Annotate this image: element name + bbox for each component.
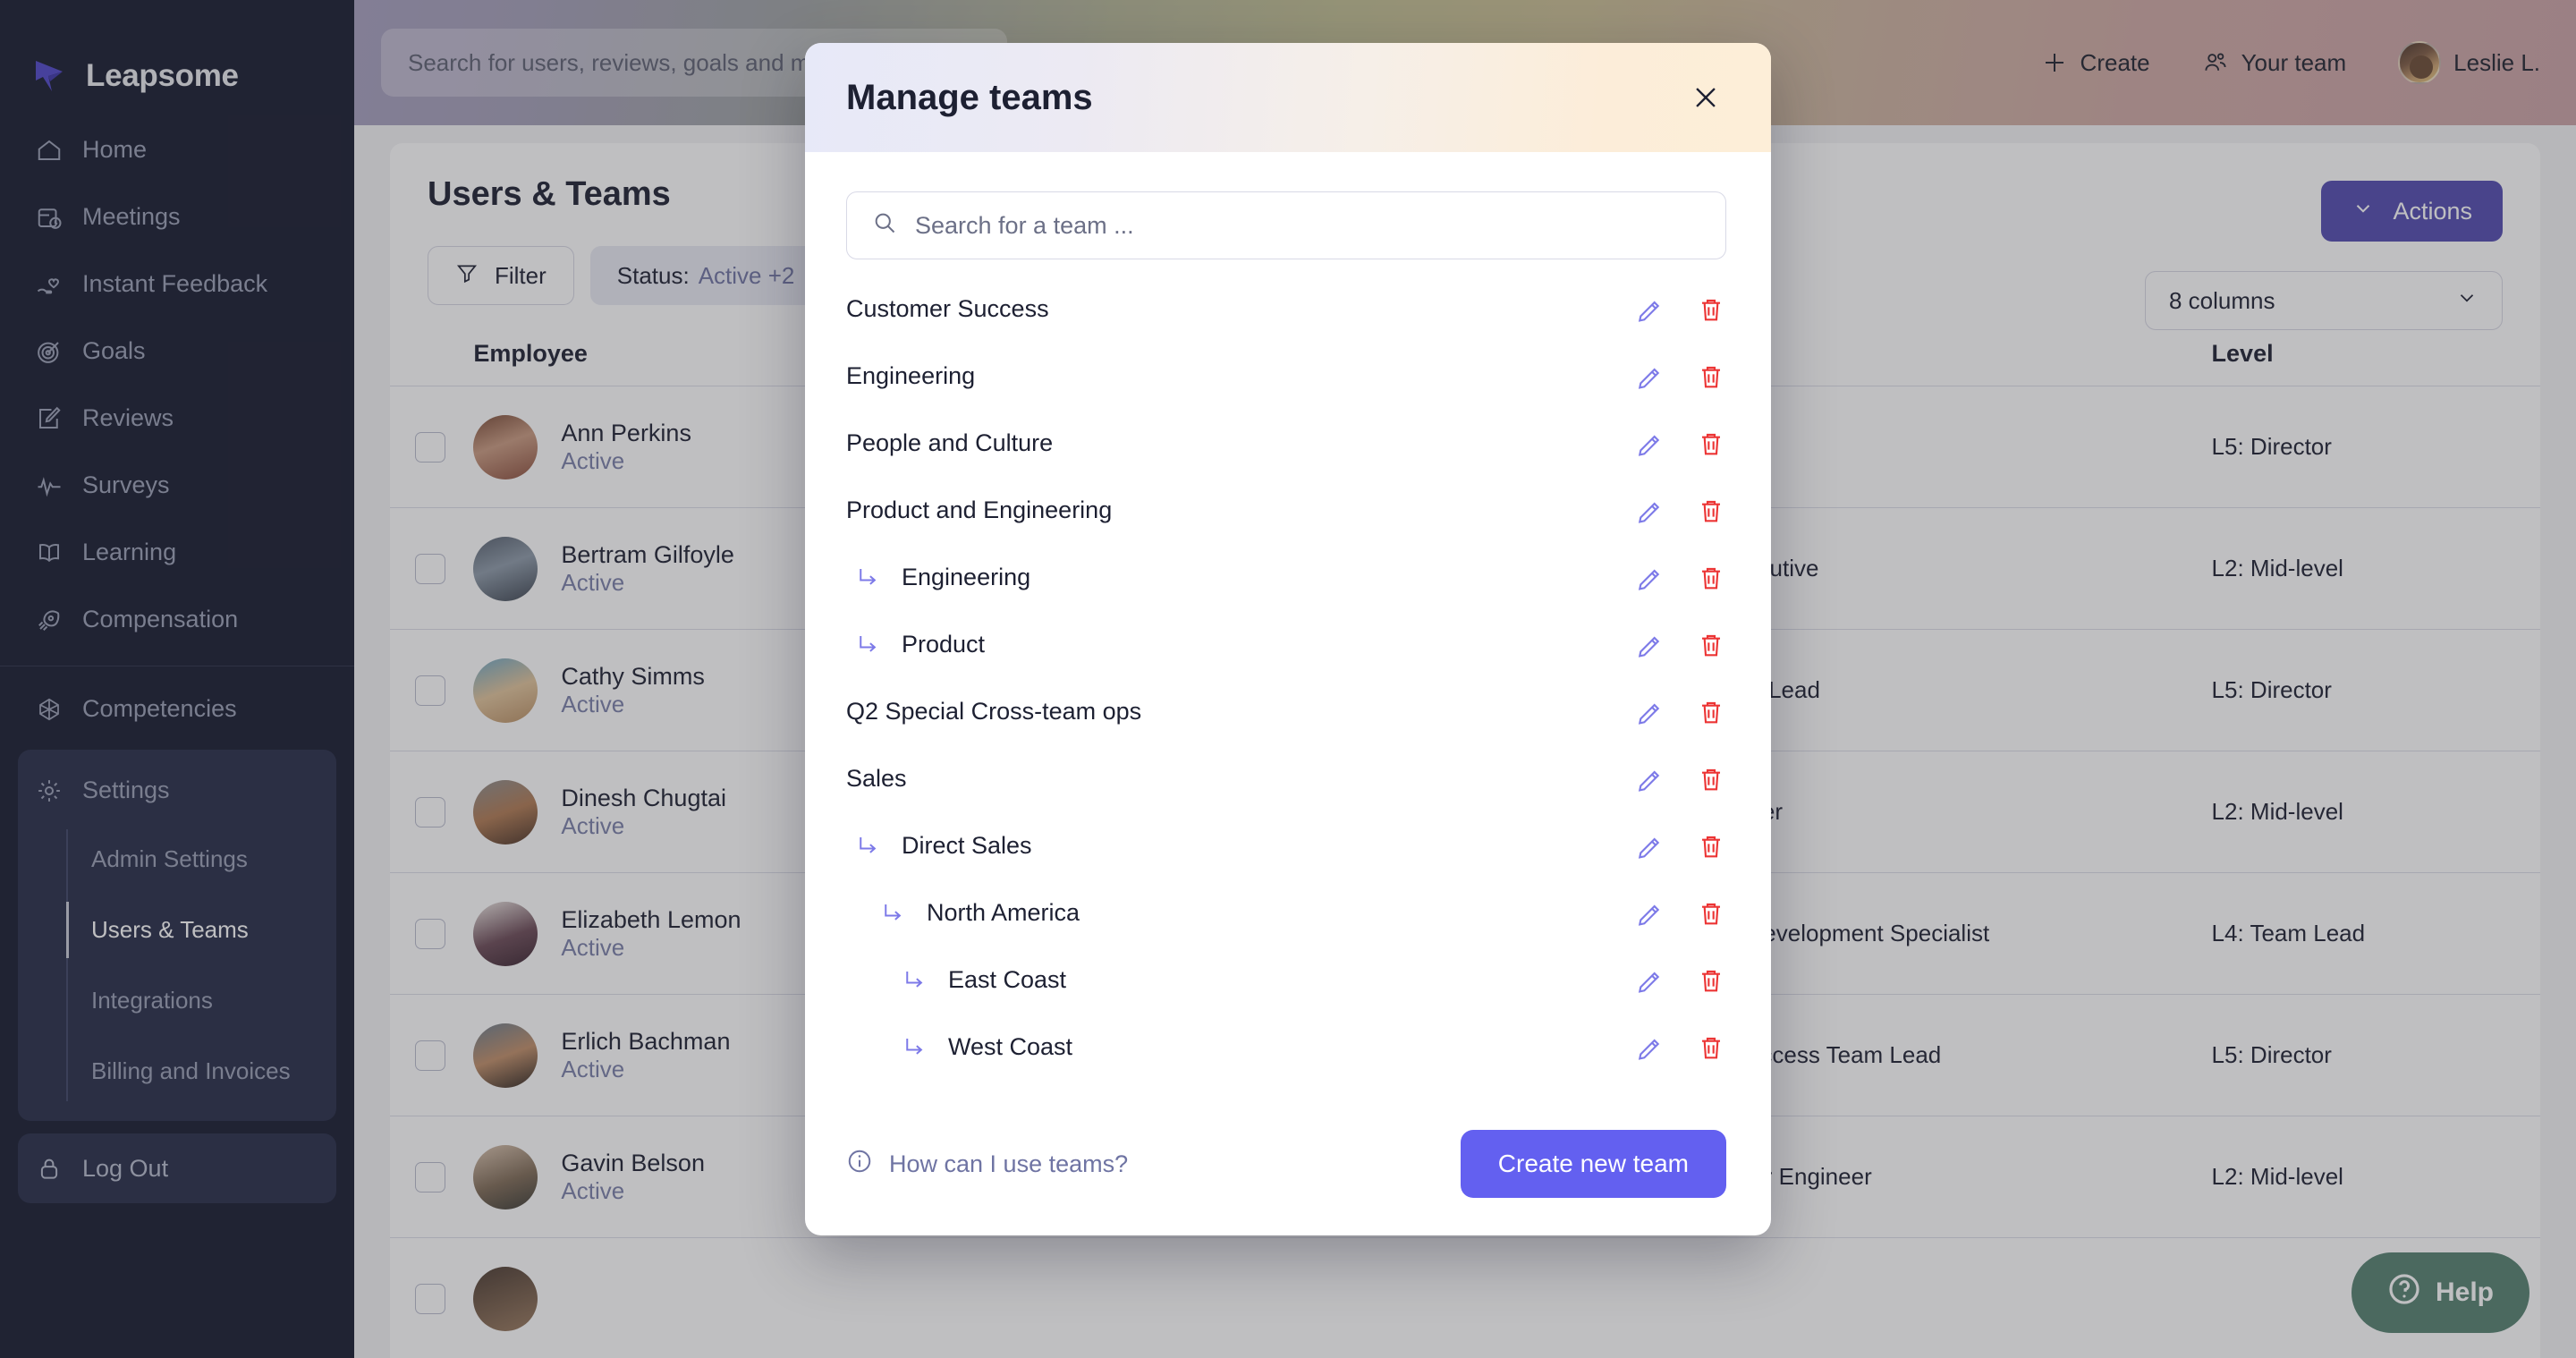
subteam-arrow-icon xyxy=(880,900,907,927)
search-icon xyxy=(872,210,897,242)
trash-icon[interactable] xyxy=(1696,361,1726,392)
pencil-icon[interactable] xyxy=(1635,898,1665,929)
team-list-item[interactable]: Engineering xyxy=(846,343,1726,410)
manage-teams-modal: Manage teams Search for a team ... Custo… xyxy=(805,43,1771,1235)
pencil-icon[interactable] xyxy=(1635,831,1665,861)
pencil-icon[interactable] xyxy=(1635,429,1665,459)
team-name: Product and Engineering xyxy=(846,497,1113,523)
trash-icon[interactable] xyxy=(1696,1032,1726,1063)
modal-title: Manage teams xyxy=(846,77,1093,117)
trash-icon[interactable] xyxy=(1696,294,1726,325)
team-name: Q2 Special Cross-team ops xyxy=(846,698,1142,725)
team-list-item[interactable]: Direct Sales xyxy=(846,812,1726,879)
create-new-team-label: Create new team xyxy=(1497,1150,1689,1177)
team-search-input[interactable]: Search for a team ... xyxy=(846,191,1726,259)
how-can-i-use-teams-link[interactable]: How can I use teams? xyxy=(846,1148,1128,1181)
footer-link-label: How can I use teams? xyxy=(889,1150,1129,1177)
pencil-icon[interactable] xyxy=(1635,965,1665,996)
trash-icon[interactable] xyxy=(1696,496,1726,526)
trash-icon[interactable] xyxy=(1696,898,1726,929)
pencil-icon[interactable] xyxy=(1635,1032,1665,1063)
team-list-item[interactable]: Product xyxy=(846,611,1726,678)
trash-icon[interactable] xyxy=(1696,965,1726,996)
team-name: Product xyxy=(902,631,986,658)
pencil-icon[interactable] xyxy=(1635,361,1665,392)
team-name: Sales xyxy=(846,765,907,792)
trash-icon[interactable] xyxy=(1696,429,1726,459)
pencil-icon[interactable] xyxy=(1635,764,1665,794)
team-list-item[interactable]: East Coast xyxy=(846,946,1726,1014)
team-name: Customer Success xyxy=(846,295,1049,322)
team-search-placeholder: Search for a team ... xyxy=(915,211,1134,239)
team-list-item[interactable]: Sales xyxy=(846,745,1726,812)
create-new-team-button[interactable]: Create new team xyxy=(1460,1130,1726,1198)
subteam-arrow-icon xyxy=(902,1034,928,1061)
pencil-icon[interactable] xyxy=(1635,294,1665,325)
trash-icon[interactable] xyxy=(1696,764,1726,794)
pencil-icon[interactable] xyxy=(1635,697,1665,727)
team-list-item[interactable]: Q2 Special Cross-team ops xyxy=(846,678,1726,745)
trash-icon[interactable] xyxy=(1696,563,1726,593)
modal-body: Search for a team ... Customer Success E… xyxy=(805,152,1771,1092)
team-list-item[interactable]: West Coast xyxy=(846,1014,1726,1081)
subteam-arrow-icon xyxy=(855,632,882,658)
pencil-icon[interactable] xyxy=(1635,630,1665,660)
app-root: Leapsome Home Meetings Instant Feedback … xyxy=(0,0,2576,1358)
trash-icon[interactable] xyxy=(1696,697,1726,727)
team-name: Direct Sales xyxy=(902,832,1032,859)
pencil-icon[interactable] xyxy=(1635,496,1665,526)
team-name: East Coast xyxy=(948,966,1067,993)
info-icon xyxy=(846,1148,873,1181)
modal-footer: How can I use teams? Create new team xyxy=(805,1092,1771,1235)
trash-icon[interactable] xyxy=(1696,630,1726,660)
team-list-item[interactable]: Product and Engineering xyxy=(846,477,1726,544)
team-name: West Coast xyxy=(948,1033,1073,1060)
team-name: Engineering xyxy=(902,564,1031,590)
subteam-arrow-icon xyxy=(855,564,882,591)
team-list-item[interactable]: North America xyxy=(846,879,1726,946)
subteam-arrow-icon xyxy=(902,967,928,994)
team-name: North America xyxy=(927,899,1080,926)
team-name: People and Culture xyxy=(846,429,1054,456)
team-list: Customer Success Engineering People and … xyxy=(846,276,1726,1081)
close-icon[interactable] xyxy=(1685,77,1726,118)
modal-header: Manage teams xyxy=(805,43,1771,152)
team-list-item[interactable]: Engineering xyxy=(846,544,1726,611)
subteam-arrow-icon xyxy=(855,833,882,860)
team-list-item[interactable]: Customer Success xyxy=(846,276,1726,343)
team-name: Engineering xyxy=(846,362,976,389)
trash-icon[interactable] xyxy=(1696,831,1726,861)
team-list-item[interactable]: People and Culture xyxy=(846,410,1726,477)
pencil-icon[interactable] xyxy=(1635,563,1665,593)
